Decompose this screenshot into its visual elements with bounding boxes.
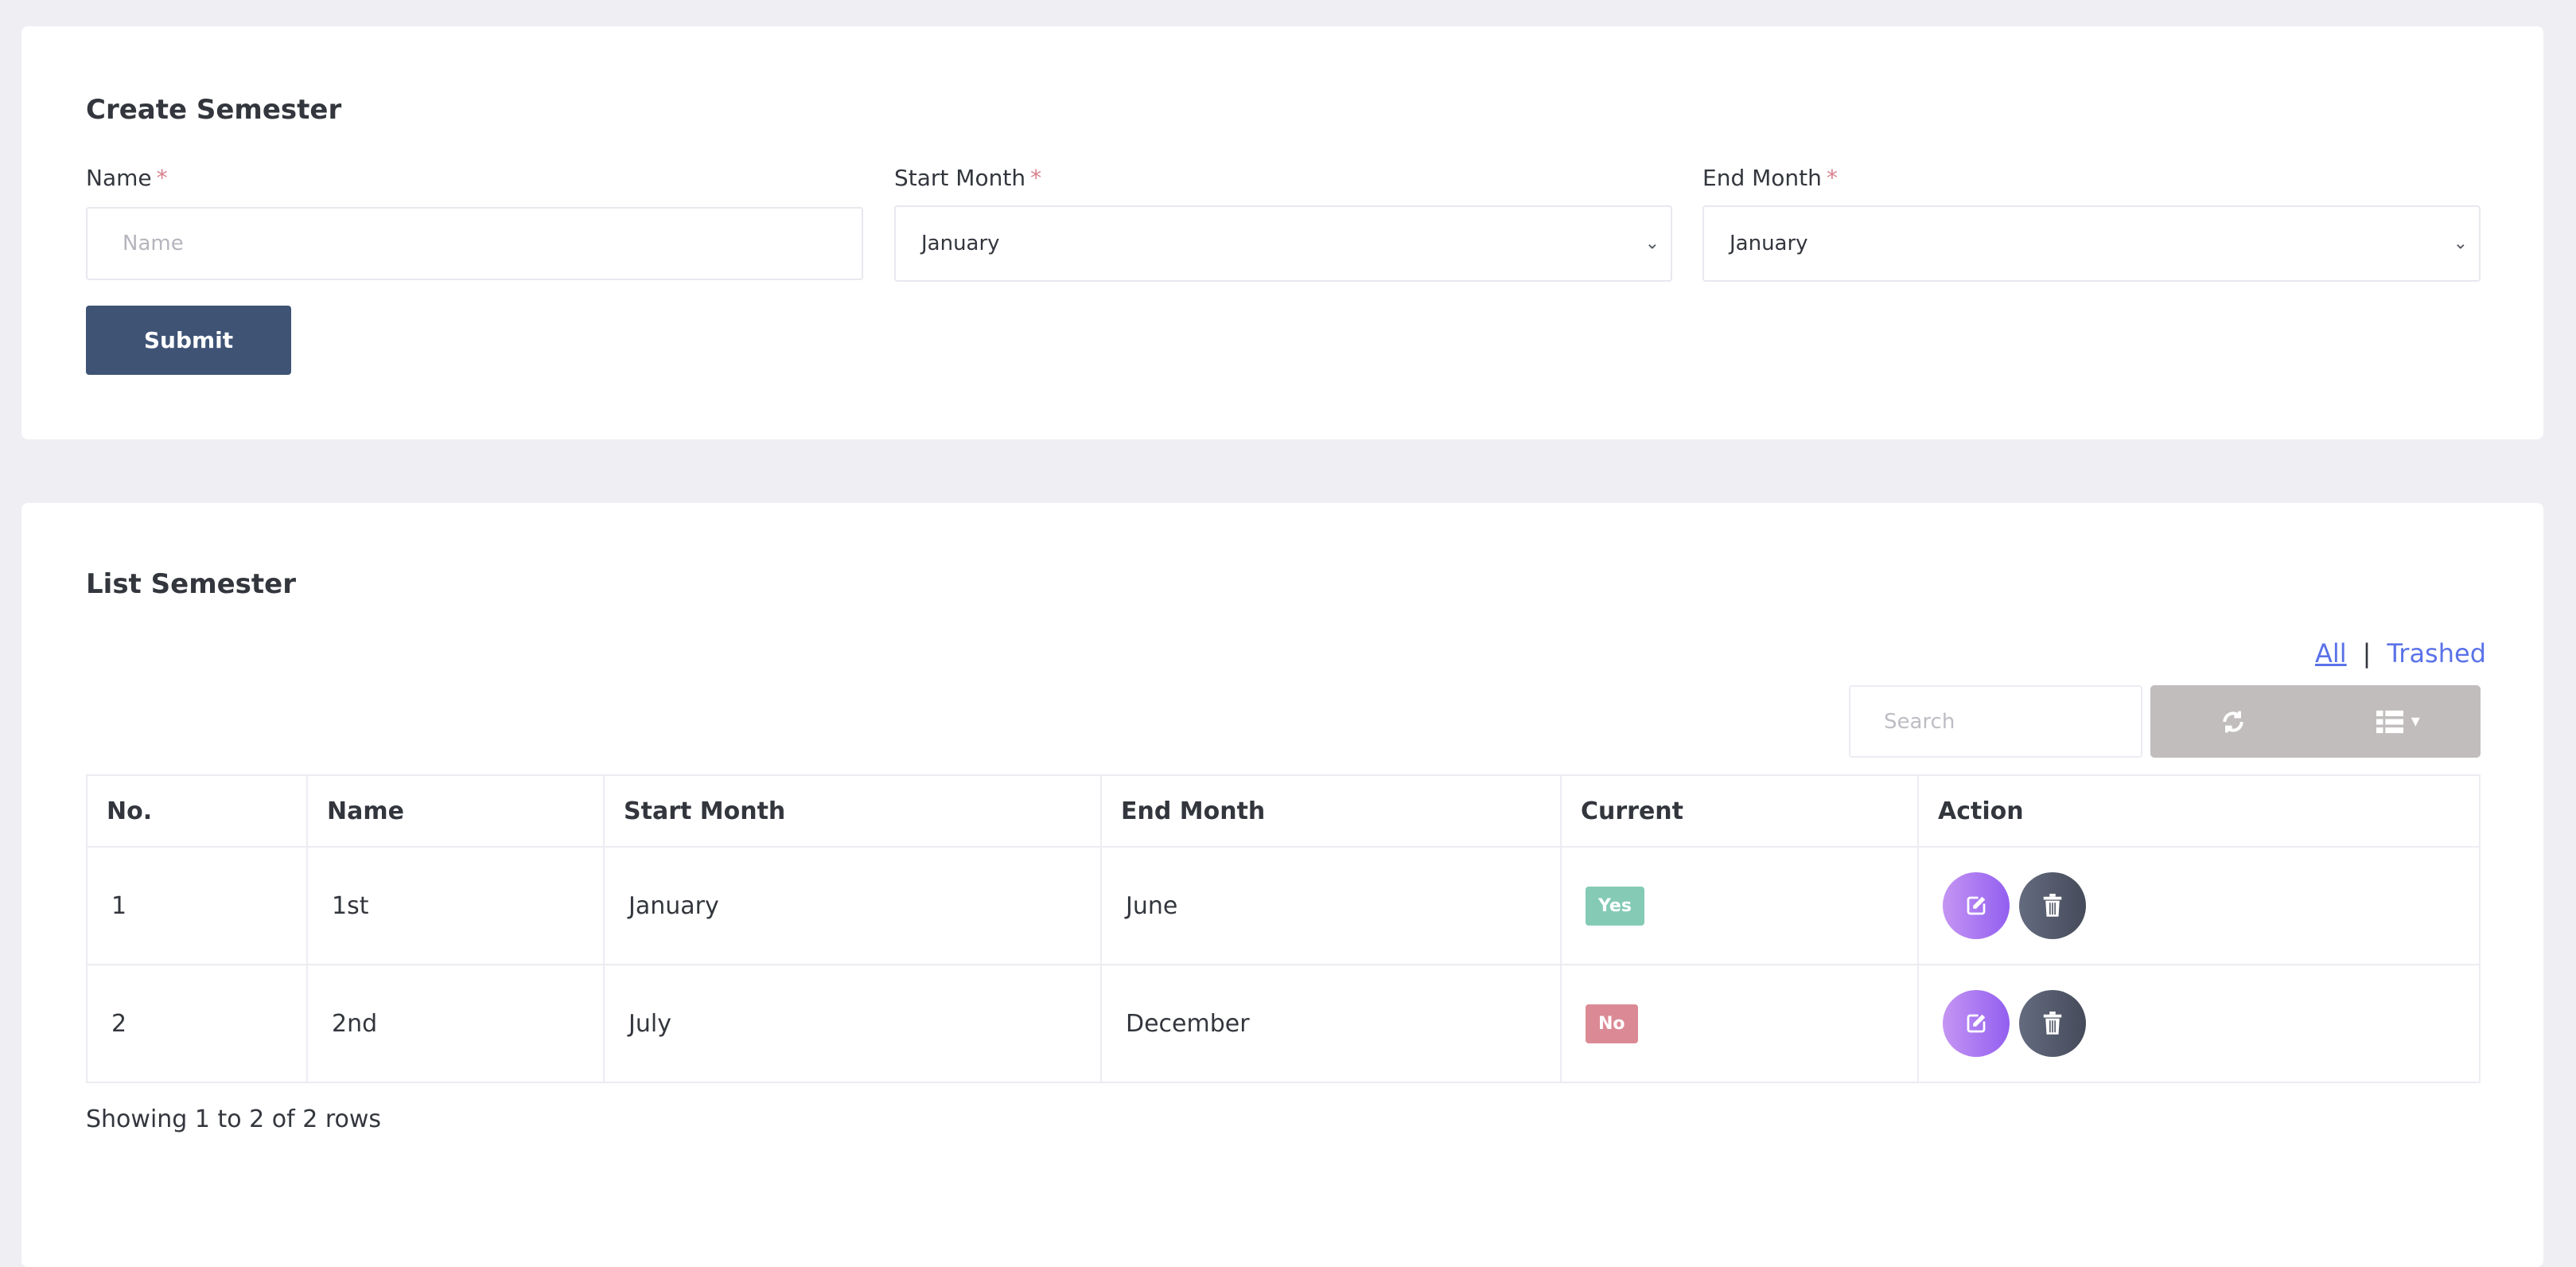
chevron-down-icon: ⌄: [2453, 233, 2468, 254]
edit-button[interactable]: [1943, 990, 2010, 1057]
column-header-start-month[interactable]: Start Month: [603, 774, 1102, 848]
trash-icon: [2043, 1012, 2062, 1035]
cell-end-month: June: [1100, 846, 1562, 965]
table-row: 1 1st January June Yes: [86, 846, 2481, 965]
search-placeholder: Search: [1884, 709, 1955, 734]
cell-action: [1917, 964, 2481, 1083]
cell-no: 1: [86, 846, 308, 965]
cell-action: [1917, 846, 2481, 965]
column-header-action: Action: [1917, 774, 2481, 848]
column-header-end-month[interactable]: End Month: [1100, 774, 1562, 848]
cell-name: 1st: [306, 846, 605, 965]
column-header-no[interactable]: No.: [86, 774, 308, 848]
start-month-label: Start Month *: [894, 165, 1042, 191]
column-header-current[interactable]: Current: [1560, 774, 1919, 848]
caret-down-icon: ▾: [2411, 711, 2420, 731]
cell-current: No: [1560, 964, 1919, 1083]
end-month-select[interactable]: January ⌄: [1702, 205, 2481, 282]
edit-icon: [1967, 896, 1986, 915]
create-semester-title: Create Semester: [86, 94, 342, 126]
filter-all-link[interactable]: All: [2315, 638, 2347, 669]
cell-end-month: December: [1100, 964, 1562, 1083]
cell-name: 2nd: [306, 964, 605, 1083]
refresh-icon: [2223, 711, 2243, 732]
list-semester-card: List Semester All | Trashed Search ▾ No. N…: [21, 503, 2543, 1267]
edit-icon: [1967, 1014, 1986, 1033]
start-month-select[interactable]: January ⌄: [894, 205, 1672, 282]
current-badge: No: [1586, 1004, 1638, 1043]
trash-icon: [2043, 894, 2062, 917]
submit-button[interactable]: Submit: [86, 306, 291, 375]
refresh-button[interactable]: [2150, 685, 2316, 758]
name-label: Name *: [86, 165, 168, 191]
create-semester-card: Create Semester Name * Name Start Month * …: [21, 26, 2543, 439]
table-toolbar: ▾: [2150, 685, 2481, 758]
semester-table: No. Name Start Month End Month Current A…: [86, 774, 2481, 1083]
cell-start-month: January: [603, 846, 1102, 965]
table-row: 2 2nd July December No: [86, 964, 2481, 1083]
delete-button[interactable]: [2019, 990, 2086, 1057]
cell-no: 2: [86, 964, 308, 1083]
chevron-down-icon: ⌄: [1644, 233, 1660, 254]
start-month-value: January: [921, 232, 1000, 255]
end-month-value: January: [1730, 232, 1808, 255]
filter-separator: |: [2362, 638, 2372, 669]
list-semester-title: List Semester: [86, 568, 296, 600]
cell-start-month: July: [603, 964, 1102, 1083]
table-header-row: No. Name Start Month End Month Current A…: [86, 774, 2481, 848]
name-placeholder: Name: [123, 232, 184, 255]
column-header-name[interactable]: Name: [306, 774, 605, 848]
end-month-label: End Month *: [1702, 165, 1838, 191]
filter-trashed-link[interactable]: Trashed: [2387, 638, 2486, 669]
list-icon: [2376, 710, 2403, 733]
cell-current: Yes: [1560, 846, 1919, 965]
edit-button[interactable]: [1943, 872, 2010, 939]
filter-links: All | Trashed: [2315, 638, 2486, 669]
current-badge: Yes: [1586, 886, 1644, 926]
name-input[interactable]: Name: [86, 207, 863, 280]
pagination-info: Showing 1 to 2 of 2 rows: [86, 1105, 382, 1133]
search-input[interactable]: Search: [1849, 685, 2142, 758]
columns-toggle-button[interactable]: ▾: [2316, 685, 2481, 758]
delete-button[interactable]: [2019, 872, 2086, 939]
